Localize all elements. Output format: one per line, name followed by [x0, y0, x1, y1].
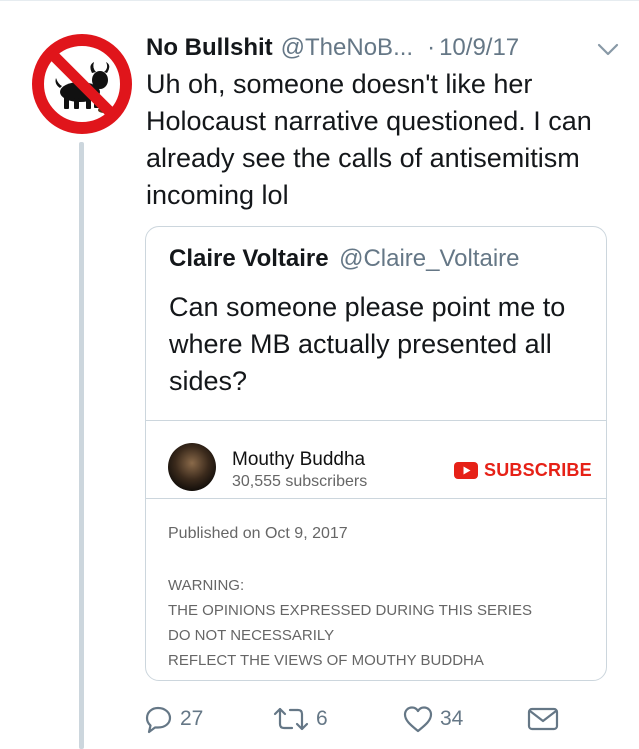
subscriber-count: 30,555 subscribers: [232, 473, 368, 490]
quoted-tweet-text: Can someone please point me to where MB …: [169, 292, 566, 396]
separator-dot: ·: [427, 34, 436, 61]
tweet-date[interactable]: 10/9/17: [439, 34, 519, 62]
like-count: 34: [440, 707, 464, 730]
subscribe-label: SUBSCRIBE: [484, 460, 592, 480]
description-line: THE OPINIONS EXPRESSED DURING THIS SERIE…: [168, 602, 532, 619]
published-date: Published on Oct 9, 2017: [168, 525, 348, 542]
reply-button[interactable]: 27: [144, 700, 203, 738]
channel-name[interactable]: Mouthy Buddha: [232, 449, 365, 471]
heart-icon: [402, 704, 434, 734]
envelope-icon: [526, 704, 560, 734]
youtube-play-icon: [454, 462, 478, 479]
tweet-header: No Bullshit @TheNoB... · 10/9/17: [146, 30, 625, 66]
top-divider: [0, 0, 639, 1]
retweet-icon: [272, 704, 310, 734]
description-line: DO NOT NECESSARILY: [168, 627, 335, 644]
tweet-actions: 27 6 34: [144, 700, 574, 738]
description-line: WARNING:: [168, 577, 245, 594]
quoted-author-name[interactable]: Claire Voltaire: [169, 245, 329, 272]
description-line: REFLECT THE VIEWS OF MOUTHY BUDDHA: [168, 652, 484, 669]
thread-line: [79, 142, 84, 749]
subscribe-button[interactable]: SUBSCRIBE: [454, 460, 592, 481]
author-handle[interactable]: @TheNoB...: [281, 34, 413, 62]
retweet-button[interactable]: 6: [272, 700, 328, 738]
quoted-tweet-card[interactable]: Claire Voltaire @Claire_Voltaire Can som…: [145, 226, 607, 681]
channel-avatar[interactable]: [168, 443, 216, 491]
video-description: WARNING: THE OPINIONS EXPRESSED DURING T…: [168, 573, 598, 673]
quoted-author-handle[interactable]: @Claire_Voltaire: [339, 245, 519, 272]
quoted-tweet-header: Claire Voltaire @Claire_Voltaire: [169, 245, 520, 273]
youtube-channel-bar: Mouthy Buddha 30,555 subscribers SUBSCRI…: [146, 421, 606, 499]
retweet-count: 6: [316, 707, 328, 730]
tweet-text: Uh oh, someone doesn't like her Holocaus…: [146, 69, 592, 210]
reply-count: 27: [180, 707, 204, 730]
like-button[interactable]: 34: [402, 700, 463, 738]
direct-message-button[interactable]: [526, 700, 560, 738]
no-bullshit-logo-icon[interactable]: [30, 32, 134, 136]
youtube-embed[interactable]: Mouthy Buddha 30,555 subscribers SUBSCRI…: [146, 420, 606, 680]
chevron-down-icon[interactable]: [593, 36, 623, 62]
reply-icon: [144, 704, 174, 734]
author-display-name[interactable]: No Bullshit: [146, 34, 273, 62]
